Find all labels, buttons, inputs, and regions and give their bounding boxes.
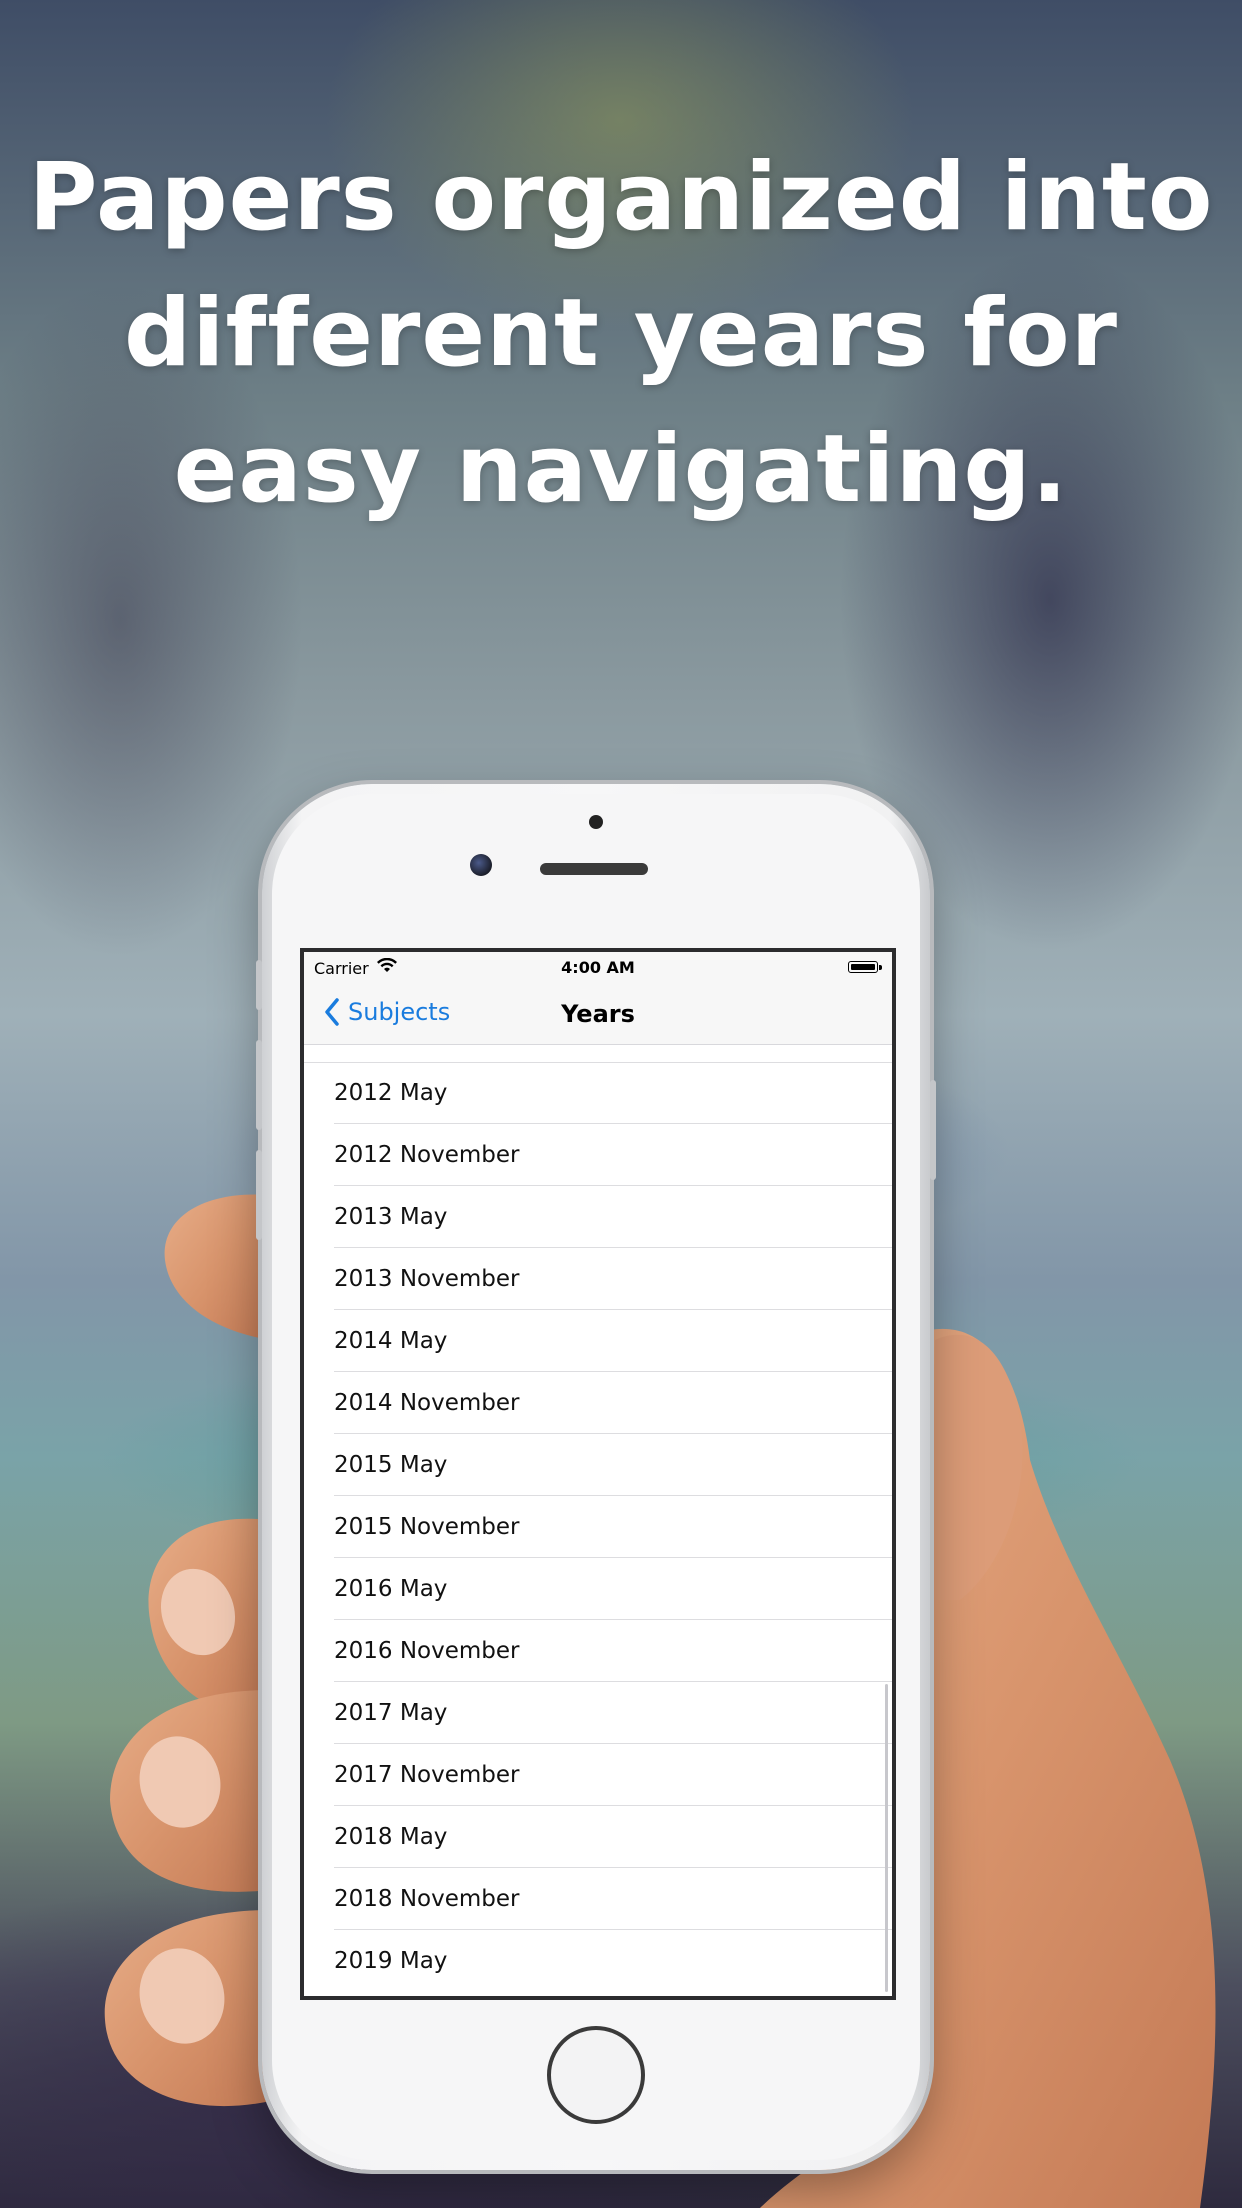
navigation-bar: Subjects Years <box>304 982 892 1045</box>
home-button[interactable] <box>547 2026 645 2124</box>
earpiece-speaker <box>540 863 648 875</box>
front-camera <box>470 854 492 876</box>
status-bar: Carrier 4:00 AM <box>304 952 892 982</box>
headline-line-1: Papers organized into <box>28 143 1214 252</box>
list-item-label: 2018 May <box>334 1824 448 1850</box>
years-list: 2012 May 2012 November 2013 May 2013 Nov… <box>304 1062 892 1992</box>
status-time: 4:00 AM <box>561 958 635 977</box>
battery-icon <box>848 961 882 973</box>
phone-side-button <box>256 960 262 1010</box>
page-title: Years <box>561 1000 635 1028</box>
list-item[interactable]: 2018 May <box>304 1806 892 1868</box>
list-item[interactable]: 2016 November <box>304 1620 892 1682</box>
list-item-label: 2016 May <box>334 1576 448 1602</box>
scroll-indicator[interactable] <box>885 1684 888 1992</box>
list-item[interactable]: 2017 November <box>304 1744 892 1806</box>
list-item-label: 2018 November <box>334 1886 520 1912</box>
list-item-label: 2012 May <box>334 1080 448 1106</box>
list-item[interactable]: 2016 May <box>304 1558 892 1620</box>
list-item[interactable]: 2014 May <box>304 1310 892 1372</box>
list-item-label: 2019 May <box>334 1948 448 1974</box>
list-item-label: 2016 November <box>334 1638 520 1664</box>
list-item-label: 2013 November <box>334 1266 520 1292</box>
list-item[interactable]: 2012 May <box>304 1062 892 1124</box>
list-item[interactable]: 2012 November <box>304 1124 892 1186</box>
list-item-label: 2015 May <box>334 1452 448 1478</box>
list-item[interactable]: 2017 May <box>304 1682 892 1744</box>
list-item[interactable]: 2019 May <box>304 1930 892 1992</box>
list-item-label: 2012 November <box>334 1142 520 1168</box>
list-item-label: 2015 November <box>334 1514 520 1540</box>
list-item[interactable]: 2013 May <box>304 1186 892 1248</box>
list-item[interactable]: 2018 November <box>304 1868 892 1930</box>
list-item[interactable]: 2014 November <box>304 1372 892 1434</box>
list-item-label: 2014 November <box>334 1390 520 1416</box>
list-item[interactable]: 2015 November <box>304 1496 892 1558</box>
headline: Papers organized into different years fo… <box>0 130 1242 538</box>
list-item[interactable]: 2015 May <box>304 1434 892 1496</box>
list-item-label: 2014 May <box>334 1328 448 1354</box>
headline-line-3: easy navigating. <box>173 415 1069 524</box>
phone-power-button <box>930 1080 936 1180</box>
list-item-label: 2017 November <box>334 1762 520 1788</box>
headline-line-2: different years for <box>123 279 1119 388</box>
list-item-label: 2017 May <box>334 1700 448 1726</box>
phone-volume-up <box>256 1040 262 1130</box>
list-item-label: 2013 May <box>334 1204 448 1230</box>
proximity-sensor <box>589 815 603 829</box>
phone-screen: Carrier 4:00 AM Subjects Years 2012 May … <box>300 948 896 2000</box>
phone-volume-down <box>256 1150 262 1240</box>
list-item[interactable]: 2013 November <box>304 1248 892 1310</box>
battery-fill <box>851 964 875 970</box>
